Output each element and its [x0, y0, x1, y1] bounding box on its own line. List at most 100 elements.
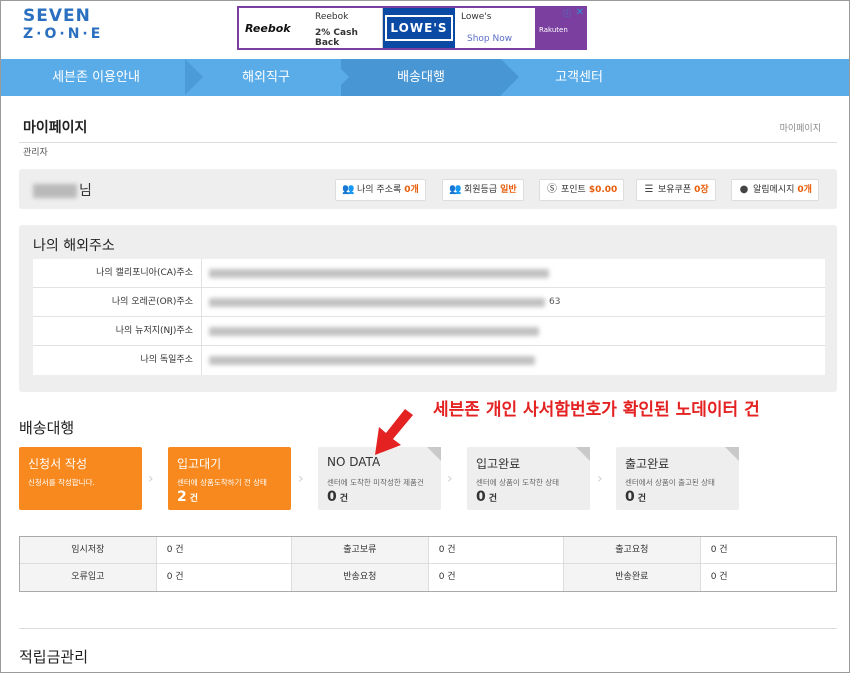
red-arrow-icon — [375, 409, 413, 455]
nav-item-direct-purchase[interactable]: 해외직구 — [201, 59, 331, 96]
ad-banner[interactable]: Reebok Reebok 2% Cash Back LOWE'S Lowe's… — [237, 6, 587, 50]
redacted-address — [209, 356, 535, 365]
divider — [19, 142, 837, 143]
stage-received[interactable]: 입고완료 센터에 상품이 도착한 상태 0건 — [467, 447, 590, 510]
stage-count: 2건 — [177, 489, 199, 505]
shipping-section-title: 배송대행 — [19, 419, 75, 437]
status-label: 반송완료 — [564, 564, 701, 591]
shipping-status-table: 임시저장 0 건 출고보류 0 건 출고요청 0 건 오류입고 0 건 반송요청… — [19, 536, 837, 592]
redacted-address — [209, 269, 549, 278]
address-table: 나의 캘리포니아(CA)주소 나의 오레곤(OR)주소 63 나의 뉴저지(NJ… — [33, 259, 825, 375]
stat-address-book[interactable]: 👥 나의 주소록 0개 — [335, 179, 426, 201]
status-value[interactable]: 0 건 — [157, 564, 292, 591]
status-label: 출고요청 — [564, 537, 701, 563]
user-role: 관리자 — [23, 148, 48, 158]
address-row-ca: 나의 캘리포니아(CA)주소 — [33, 259, 825, 288]
nav-item-shipping-agent[interactable]: 배송대행 — [341, 59, 501, 96]
stage-waiting[interactable]: 입고대기 센터에 상품도착하기 전 상태 2건 — [168, 447, 291, 510]
stat-coupon[interactable]: ☰ 보유쿠폰 0장 — [636, 179, 716, 201]
status-value[interactable]: 0 건 — [701, 537, 836, 563]
rakuten-logo: Rakuten — [539, 26, 568, 34]
stage-title: 출고완료 — [625, 457, 670, 471]
stage-title: 입고완료 — [476, 457, 521, 471]
nav-item-customer-center[interactable]: 고객센터 — [519, 59, 639, 96]
stage-desc: 센터에 도착한 미작성한 제품건 — [327, 478, 424, 487]
ad-lowes-text[interactable]: Lowe's Shop Now — [455, 8, 535, 48]
status-value[interactable]: 0 건 — [701, 564, 836, 591]
address-label: 나의 오레곤(OR)주소 — [111, 297, 193, 307]
overseas-address-panel: 나의 해외주소 나의 캘리포니아(CA)주소 나의 오레곤(OR)주소 63 나… — [19, 225, 837, 392]
nav-separator — [331, 59, 349, 95]
stage-title: 신청서 작성 — [28, 457, 88, 471]
address-row-de: 나의 독일주소 — [33, 346, 825, 375]
nav-separator — [661, 59, 679, 95]
nav-item-guide[interactable]: 세븐존 이용안내 — [1, 59, 191, 96]
status-label: 반송요청 — [292, 564, 429, 591]
logo-line2: Z·O·N·E — [23, 26, 104, 42]
stat-member-grade[interactable]: 👥 회원등급 일반 — [442, 179, 524, 201]
lowes-logo: LOWE'S — [385, 15, 453, 41]
ad-reebok[interactable]: Reebok Reebok 2% Cash Back — [239, 8, 383, 48]
status-value[interactable]: 0 건 — [429, 564, 564, 591]
address-label: 나의 독일주소 — [140, 355, 193, 365]
address-row-or: 나의 오레곤(OR)주소 63 — [33, 288, 825, 317]
address-label: 나의 뉴저지(NJ)주소 — [115, 326, 193, 336]
status-label: 오류입고 — [20, 564, 157, 591]
chevron-right-icon: › — [298, 471, 304, 487]
reebok-logo: Reebok — [245, 22, 291, 35]
address-book-icon: 👥 — [342, 184, 355, 195]
page-title: 마이페이지 — [23, 120, 88, 136]
stage-desc: 신청서를 작성합니다. — [28, 478, 95, 487]
address-row-nj: 나의 뉴저지(NJ)주소 — [33, 317, 825, 346]
ad-info-icon[interactable]: ⓘ — [563, 8, 573, 18]
lowes-name: Lowe's — [461, 12, 492, 22]
stage-count: 0건 — [625, 489, 647, 505]
redacted-address — [209, 327, 539, 336]
chevron-right-icon: › — [447, 471, 453, 487]
nav-separator — [501, 59, 519, 95]
site-logo[interactable]: SEVEN Z·O·N·E — [23, 7, 115, 43]
divider — [19, 628, 837, 629]
coupon-icon: ☰ — [644, 184, 654, 195]
address-panel-title: 나의 해외주소 — [33, 238, 115, 254]
member-grade-icon: 👥 — [449, 184, 462, 195]
ad-lowes-logo[interactable]: LOWE'S — [383, 8, 455, 48]
table-row: 오류입고 0 건 반송요청 0 건 반송완료 0 건 — [20, 564, 836, 591]
user-name: 님 — [33, 180, 92, 200]
stage-title: 입고대기 — [177, 457, 222, 471]
annotation-text: 세븐존 개인 사서함번호가 확인된 노데이터 건 — [433, 400, 760, 420]
stage-application[interactable]: 신청서 작성 신청서를 작성합니다. — [19, 447, 142, 510]
reebok-offer: 2% Cash Back — [315, 28, 358, 48]
logo-line1: SEVEN — [23, 6, 91, 26]
lowes-cta[interactable]: Shop Now — [467, 34, 512, 44]
table-row: 임시저장 0 건 출고보류 0 건 출고요청 0 건 — [20, 537, 836, 564]
address-tail: 63 — [549, 297, 561, 307]
status-label: 임시저장 — [20, 537, 157, 563]
point-icon: Ⓢ — [547, 184, 557, 195]
main-nav: 세븐존 이용안내 해외직구 배송대행 고객센터 — [1, 59, 849, 96]
status-value[interactable]: 0 건 — [157, 537, 292, 563]
stage-count: 0건 — [476, 489, 498, 505]
chevron-right-icon: › — [597, 471, 603, 487]
stage-desc: 센터에서 상품이 출고된 상태 — [625, 478, 715, 487]
redacted-address — [209, 298, 545, 307]
status-value[interactable]: 0 건 — [429, 537, 564, 563]
stage-desc: 센터에 상품이 도착한 상태 — [476, 478, 560, 487]
ad-close-icon[interactable]: ✕ — [576, 7, 584, 18]
chevron-right-icon: › — [148, 471, 154, 487]
stage-shipped[interactable]: 출고완료 센터에서 상품이 출고된 상태 0건 — [616, 447, 739, 510]
address-label: 나의 캘리포니아(CA)주소 — [96, 268, 193, 278]
reserve-section-title: 적립금관리 — [19, 648, 89, 666]
breadcrumb[interactable]: 마이페이지 — [780, 121, 821, 134]
redacted-name — [33, 184, 77, 198]
reebok-name: Reebok — [315, 12, 349, 22]
message-icon: ● — [739, 184, 749, 195]
corner-fold-icon — [725, 447, 739, 461]
stat-point[interactable]: Ⓢ 포인트 $0.00 — [539, 179, 625, 201]
corner-fold-icon — [576, 447, 590, 461]
user-summary-bar: 님 👥 나의 주소록 0개 👥 회원등급 일반 Ⓢ 포인트 $0.00 ☰ 보유쿠폰 0장 ● 알… — [19, 169, 837, 209]
stat-message[interactable]: ● 알림메시지 0개 — [731, 179, 819, 201]
status-label: 출고보류 — [292, 537, 429, 563]
stage-desc: 센터에 상품도착하기 전 상태 — [177, 478, 267, 487]
corner-fold-icon — [427, 447, 441, 461]
